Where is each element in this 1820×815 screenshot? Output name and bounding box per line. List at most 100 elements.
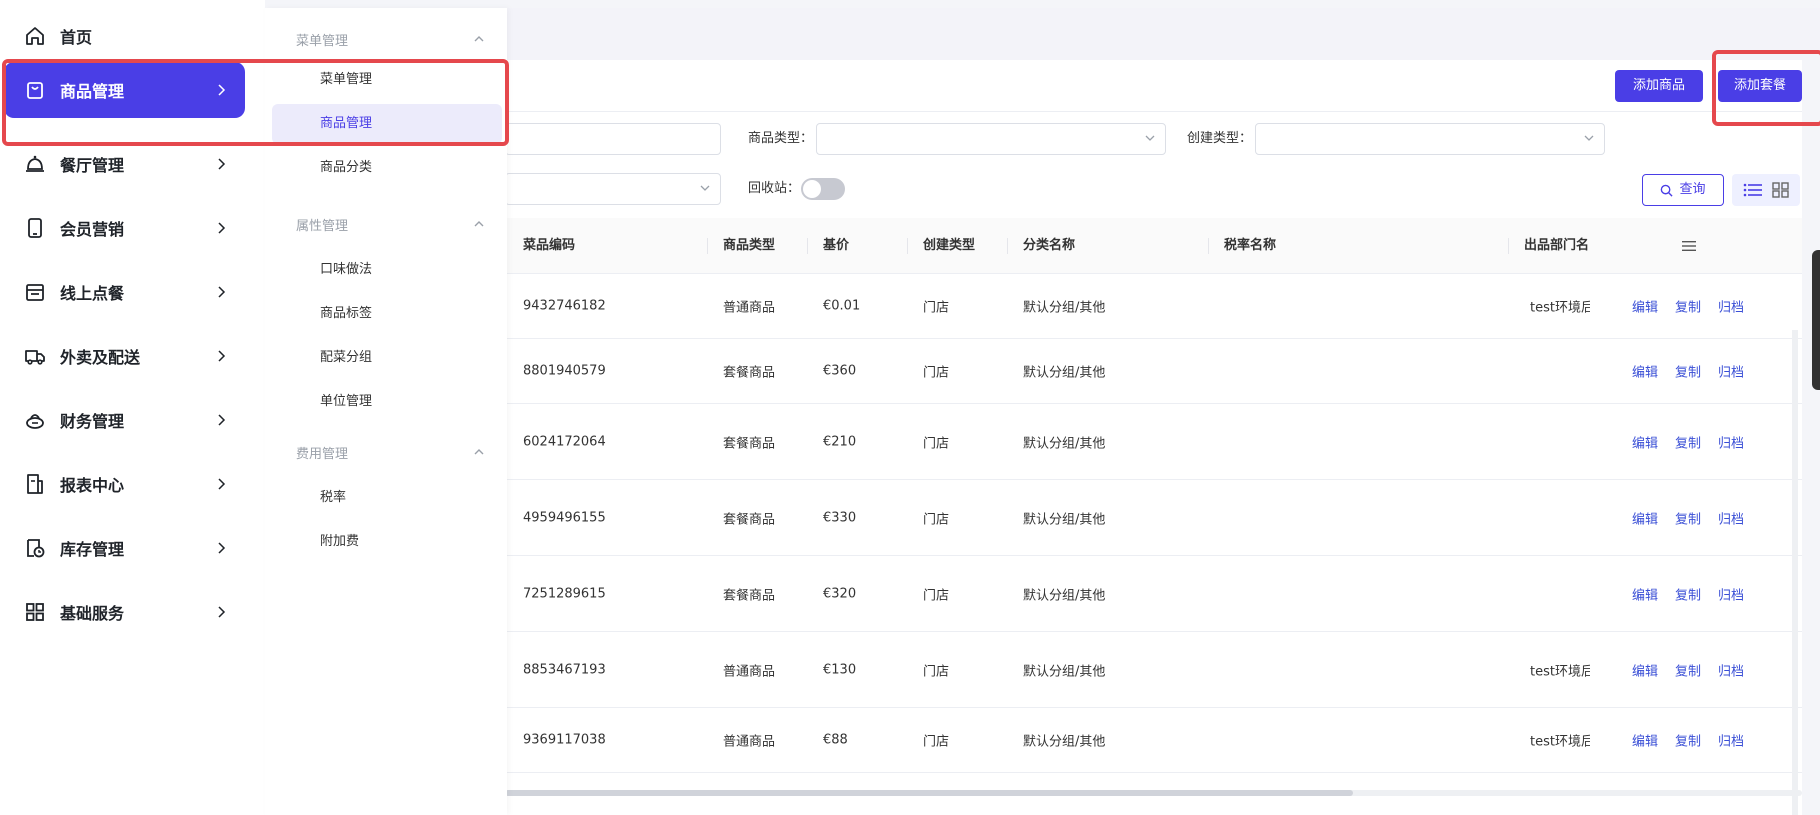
- submenu-item[interactable]: 商品标签: [272, 294, 502, 334]
- truck-icon: [24, 345, 46, 367]
- sidebar-item-6[interactable]: 财务管理: [4, 392, 245, 448]
- edit-link[interactable]: 编辑: [1632, 660, 1658, 679]
- cell-create: 门店: [923, 664, 950, 679]
- submenu-group-title[interactable]: 费用管理: [296, 443, 348, 462]
- sidebar-item-5[interactable]: 外卖及配送: [4, 328, 245, 384]
- cell-create: 门店: [923, 734, 950, 750]
- query-label: 查询: [1679, 182, 1706, 197]
- copy-link[interactable]: 复制: [1675, 362, 1701, 381]
- edit-link[interactable]: 编辑: [1632, 362, 1658, 381]
- table-row: 8801940579 套餐商品 €360 门店 默认分组/其他 编辑 复制 归档: [505, 339, 1802, 404]
- submenu-item[interactable]: 口味做法: [272, 250, 502, 290]
- sidebar-item-2[interactable]: 餐厅管理: [4, 136, 245, 192]
- sidebar-item-label: 基础服务: [60, 604, 125, 623]
- product-type-select[interactable]: [816, 123, 1166, 155]
- cell-price: €210: [823, 434, 857, 449]
- sidebar-item-9[interactable]: 基础服务: [4, 584, 245, 640]
- sidebar-item-3[interactable]: 会员营销: [4, 200, 245, 256]
- copy-link[interactable]: 复制: [1675, 584, 1701, 603]
- cell-category: 默认分组/其他: [1023, 664, 1106, 679]
- archive-link[interactable]: 归档: [1718, 297, 1744, 316]
- vertical-scrollbar[interactable]: [1792, 330, 1798, 815]
- chevron-down-icon: [700, 185, 710, 191]
- chevron-up-icon[interactable]: [473, 33, 485, 45]
- recycle-toggle[interactable]: [801, 178, 845, 200]
- edit-link[interactable]: 编辑: [1632, 584, 1658, 603]
- edit-link[interactable]: 编辑: [1632, 432, 1658, 451]
- cell-dept: test环境后: [1530, 300, 1590, 316]
- add-set-button[interactable]: 添加套餐: [1718, 70, 1802, 102]
- archive-link[interactable]: 归档: [1718, 508, 1744, 527]
- submenu-item[interactable]: 菜单管理: [272, 60, 502, 100]
- edit-link[interactable]: 编辑: [1632, 731, 1658, 750]
- submenu-group-title[interactable]: 属性管理: [296, 215, 348, 234]
- cell-price: €0.01: [823, 298, 861, 314]
- table-row: 4959496155 套餐商品 €330 门店 默认分组/其他 编辑 复制 归档: [505, 480, 1802, 556]
- product-type-label: 商品类型：: [748, 131, 814, 146]
- table-row: 8853467193 普通商品 €130 门店 默认分组/其他 test环境后 编辑 复制 归档: [505, 632, 1802, 708]
- cell-category: 默认分组/其他: [1023, 436, 1106, 451]
- edit-link[interactable]: 编辑: [1632, 297, 1658, 316]
- grid-icon: [24, 601, 46, 623]
- archive-link[interactable]: 归档: [1718, 362, 1744, 381]
- query-button[interactable]: 查询: [1642, 174, 1724, 206]
- submenu-item[interactable]: 单位管理: [272, 382, 502, 422]
- table-row: 7251289615 套餐商品 €320 门店 默认分组/其他 编辑 复制 归档: [505, 556, 1802, 632]
- scrollbar-thumb[interactable]: [505, 790, 1353, 796]
- column-header: 税率名称: [1224, 238, 1277, 253]
- chevron-up-icon[interactable]: [473, 218, 485, 230]
- chevron-right-icon: [218, 542, 226, 554]
- grid-view-icon[interactable]: [1771, 182, 1790, 198]
- archive-link[interactable]: 归档: [1718, 432, 1744, 451]
- submenu-item[interactable]: 商品分类: [272, 148, 502, 188]
- copy-link[interactable]: 复制: [1675, 508, 1701, 527]
- sidebar-item-label: 线上点餐: [60, 284, 125, 303]
- sidebar-item-8[interactable]: 库存管理: [4, 520, 245, 576]
- copy-link[interactable]: 复制: [1675, 731, 1701, 750]
- bell-icon: [24, 153, 46, 175]
- horizontal-scrollbar[interactable]: [505, 790, 1802, 796]
- recycle-label: 回收站：: [748, 181, 801, 196]
- sidebar-item-4[interactable]: 线上点餐: [4, 264, 245, 320]
- column-settings-icon[interactable]: [1682, 239, 1696, 253]
- cell-type: 套餐商品: [723, 365, 776, 381]
- chevron-right-icon: [218, 414, 226, 426]
- cell-category: 默认分组/其他: [1023, 588, 1106, 603]
- column-header: 菜品编码: [523, 238, 576, 253]
- sidebar-item-1[interactable]: 商品管理: [4, 62, 245, 118]
- sidebar-item-label: 首页: [60, 28, 93, 47]
- create-type-select[interactable]: [1255, 123, 1605, 155]
- archive-link[interactable]: 归档: [1718, 731, 1744, 750]
- cell-create: 门店: [923, 512, 950, 527]
- submenu-item[interactable]: 商品管理: [272, 104, 502, 144]
- cell-category: 默认分组/其他: [1023, 734, 1106, 750]
- chevron-up-icon[interactable]: [473, 446, 485, 458]
- cell-type: 普通商品: [723, 734, 776, 750]
- copy-link[interactable]: 复制: [1675, 297, 1701, 316]
- search-icon: [1661, 184, 1674, 197]
- cell-code: 4959496155: [523, 510, 606, 525]
- archive-link[interactable]: 归档: [1718, 660, 1744, 679]
- list-view-icon[interactable]: [1743, 182, 1763, 198]
- submenu-group-title[interactable]: 菜单管理: [296, 30, 348, 49]
- submenu-item[interactable]: 税率: [272, 478, 502, 518]
- cell-price: €360: [823, 363, 857, 379]
- sidebar-item-7[interactable]: 报表中心: [4, 456, 245, 512]
- top-bar: [505, 8, 1820, 60]
- copy-link[interactable]: 复制: [1675, 660, 1701, 679]
- sidebar-item-0[interactable]: 首页: [4, 8, 245, 64]
- name-filter-input[interactable]: [505, 123, 721, 155]
- copy-link[interactable]: 复制: [1675, 432, 1701, 451]
- add-product-button[interactable]: 添加商品: [1615, 70, 1703, 102]
- cell-code: 7251289615: [523, 586, 606, 601]
- edit-link[interactable]: 编辑: [1632, 508, 1658, 527]
- submenu-item[interactable]: 配菜分组: [272, 338, 502, 378]
- home-icon: [24, 25, 46, 47]
- submenu-item[interactable]: 附加费: [272, 522, 502, 562]
- category-select[interactable]: [505, 173, 721, 205]
- floating-widget-edge[interactable]: [1812, 250, 1820, 390]
- cell-category: 默认分组/其他: [1023, 300, 1106, 316]
- archive-link[interactable]: 归档: [1718, 584, 1744, 603]
- create-type-label: 创建类型：: [1187, 131, 1253, 146]
- product-table: 菜品编码 商品类型 基价 创建类型 分类名称 税率名称 出品部门名 943274…: [505, 218, 1802, 773]
